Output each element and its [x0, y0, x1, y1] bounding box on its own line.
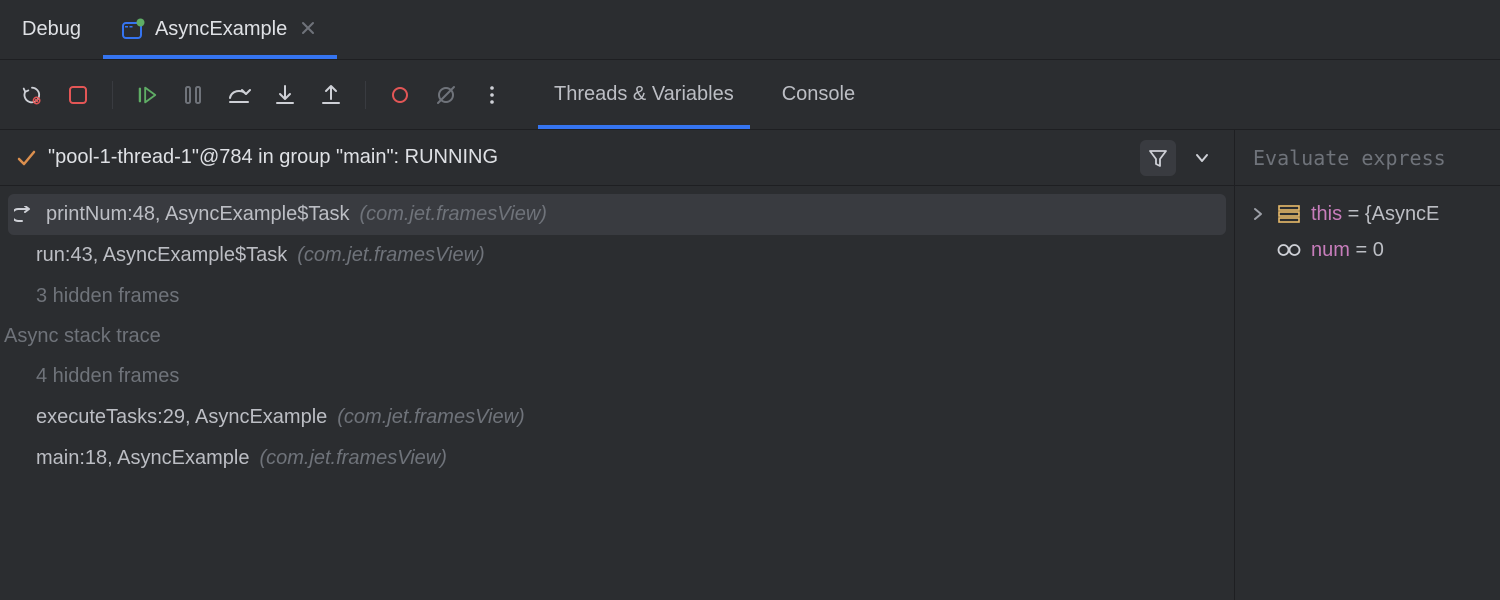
tab-console[interactable]: Console: [766, 60, 871, 129]
watch-icon: [1277, 238, 1301, 262]
separator: [112, 81, 113, 109]
object-icon: [1277, 202, 1301, 226]
separator: [365, 81, 366, 109]
variable-value: = {AsyncE: [1342, 203, 1439, 225]
debug-views-tabs: Threads & Variables Console: [538, 60, 871, 129]
stop-button[interactable]: [60, 77, 96, 113]
step-over-button[interactable]: [221, 77, 257, 113]
thread-actions: [1140, 140, 1220, 176]
filter-icon[interactable]: [1140, 140, 1176, 176]
pause-button[interactable]: [175, 77, 211, 113]
frames-panel: "pool-1-thread-1"@784 in group "main": R…: [0, 130, 1235, 600]
frame-text: run:43, AsyncExample$Task: [36, 244, 287, 267]
variable-value: = 0: [1350, 239, 1384, 261]
drop-frame-icon: [14, 206, 36, 224]
tab-label: AsyncExample: [155, 18, 287, 41]
thread-selector[interactable]: "pool-1-thread-1"@784 in group "main": R…: [0, 130, 1234, 186]
stack-frame[interactable]: printNum:48, AsyncExample$Task (com.jet.…: [8, 194, 1226, 235]
frame-list: printNum:48, AsyncExample$Task (com.jet.…: [0, 186, 1234, 600]
variable-name: this: [1311, 203, 1342, 225]
evaluate-expression-input[interactable]: Evaluate express: [1235, 130, 1500, 186]
tab-threads-variables[interactable]: Threads & Variables: [538, 60, 750, 129]
thread-label: "pool-1-thread-1"@784 in group "main": R…: [48, 146, 1140, 169]
frame-package: (com.jet.framesView): [337, 406, 524, 429]
run-config-tabs: AsyncExample: [103, 0, 337, 59]
variable-list: this = {AsyncE num = 0: [1235, 186, 1500, 278]
variable-name: num: [1311, 239, 1350, 261]
variable-item[interactable]: this = {AsyncE: [1243, 196, 1492, 232]
header-bar: Debug AsyncExample: [0, 0, 1500, 60]
stack-frame[interactable]: run:43, AsyncExample$Task (com.jet.frame…: [8, 235, 1226, 276]
breakpoint-hit-icon: [14, 146, 38, 170]
frame-package: (com.jet.framesView): [259, 447, 446, 470]
variables-panel: Evaluate express this = {AsyncE: [1235, 130, 1500, 600]
frame-package: (com.jet.framesView): [297, 244, 484, 267]
rerun-button[interactable]: [14, 77, 50, 113]
more-icon[interactable]: [474, 77, 510, 113]
debug-body: "pool-1-thread-1"@784 in group "main": R…: [0, 130, 1500, 600]
chevron-down-icon[interactable]: [1184, 140, 1220, 176]
hidden-frames-label: 3 hidden frames: [36, 285, 179, 308]
step-out-button[interactable]: [313, 77, 349, 113]
frame-text: main:18, AsyncExample: [36, 447, 249, 470]
resume-button[interactable]: [129, 77, 165, 113]
frame-package: (com.jet.framesView): [359, 203, 546, 226]
stack-frame[interactable]: executeTasks:29, AsyncExample (com.jet.f…: [8, 397, 1226, 438]
application-icon: [121, 18, 145, 42]
hidden-frames[interactable]: 4 hidden frames: [8, 356, 1226, 397]
mute-breakpoints-button[interactable]: [428, 77, 464, 113]
hidden-frames[interactable]: 3 hidden frames: [8, 276, 1226, 317]
async-section-label: Async stack trace: [2, 317, 1226, 356]
hidden-frames-label: 4 hidden frames: [36, 365, 179, 388]
stack-frame[interactable]: main:18, AsyncExample (com.jet.framesVie…: [8, 438, 1226, 479]
tab-asyncexample[interactable]: AsyncExample: [103, 0, 337, 59]
view-breakpoints-button[interactable]: [382, 77, 418, 113]
close-icon[interactable]: [297, 19, 319, 40]
debug-toolbar: Threads & Variables Console: [0, 60, 1500, 130]
variable-item[interactable]: num = 0: [1243, 232, 1492, 268]
tool-window-title: Debug: [0, 18, 103, 41]
chevron-right-icon[interactable]: [1249, 207, 1267, 221]
frame-text: printNum:48, AsyncExample$Task: [46, 203, 349, 226]
step-into-button[interactable]: [267, 77, 303, 113]
frame-text: executeTasks:29, AsyncExample: [36, 406, 327, 429]
